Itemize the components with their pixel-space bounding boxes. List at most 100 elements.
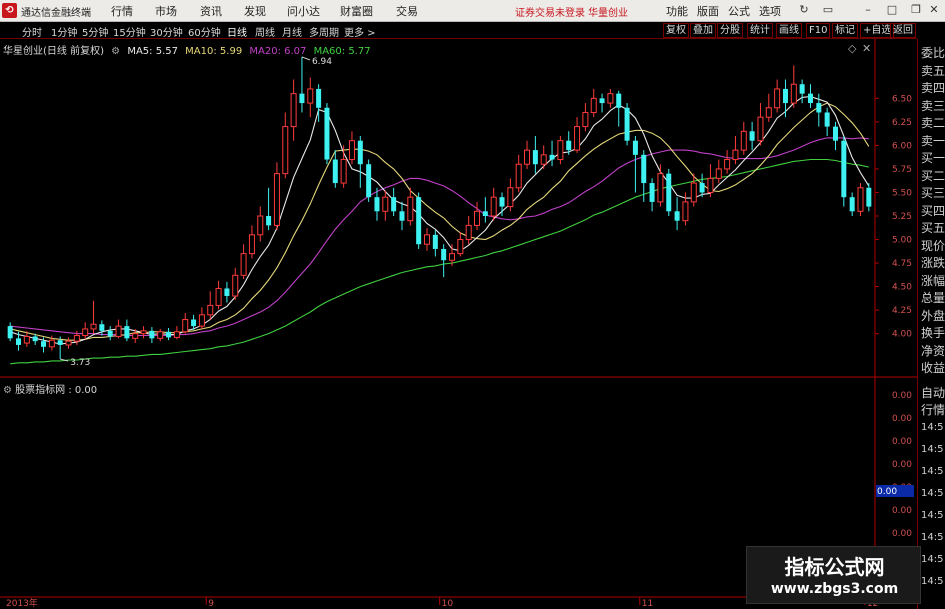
period-weekly[interactable]: 周线 bbox=[255, 24, 275, 39]
close-chart-icon[interactable]: ✕ bbox=[862, 42, 871, 55]
period-30min[interactable]: 30分钟 bbox=[150, 24, 183, 39]
overlay-button[interactable]: 叠加 bbox=[690, 23, 716, 38]
menu-item-xiaoda[interactable]: 问小达 bbox=[287, 3, 320, 19]
sub-axis-label: 0.00 bbox=[892, 414, 912, 424]
period-multi[interactable]: 多周期 bbox=[309, 24, 339, 39]
app-logo-icon: ⟲ bbox=[2, 3, 17, 18]
candle-body bbox=[124, 326, 130, 339]
candle-body bbox=[232, 274, 239, 297]
time-label: 14:5 bbox=[921, 576, 944, 587]
sub-axis-label: 0.00 bbox=[892, 391, 912, 401]
menu-item-quotes[interactable]: 行情 bbox=[111, 3, 133, 19]
refresh-icon[interactable]: ↻ bbox=[796, 2, 812, 18]
adjust-button[interactable]: 复权 bbox=[663, 23, 689, 38]
candle-body bbox=[157, 331, 164, 339]
candle-body bbox=[248, 234, 255, 255]
minimize-tray-icon[interactable]: ▭ bbox=[820, 2, 836, 18]
period-60min[interactable]: 60分钟 bbox=[188, 24, 221, 39]
candle-body bbox=[690, 182, 697, 203]
candle-body bbox=[649, 183, 655, 202]
minimize-icon[interactable]: – bbox=[860, 2, 876, 18]
draw-button[interactable]: 画线 bbox=[776, 23, 802, 38]
maximize-icon[interactable]: □ bbox=[884, 2, 900, 18]
gear-icon[interactable]: ⚙ bbox=[111, 46, 120, 57]
candle-body bbox=[191, 319, 197, 327]
candle-body bbox=[682, 201, 689, 222]
gear-icon[interactable]: ⚙ bbox=[3, 385, 15, 396]
sub-axis-label: 0.00 bbox=[892, 460, 912, 470]
side-panel-label: 总量 bbox=[921, 291, 945, 305]
candle-body bbox=[540, 154, 547, 165]
indicator-label: 股票指标网 : 0.00 bbox=[15, 385, 98, 396]
candle-body bbox=[757, 116, 764, 142]
sub-chart-axis: 0.000.000.000.000.000.000.000.00 bbox=[876, 391, 914, 539]
close-icon[interactable]: ✕ bbox=[926, 2, 942, 18]
candle-body bbox=[707, 177, 714, 193]
period-more[interactable]: 更多 > bbox=[344, 24, 376, 39]
candle-body bbox=[749, 131, 755, 141]
period-5min[interactable]: 5分钟 bbox=[82, 24, 108, 39]
menu-item-options[interactable]: 选项 bbox=[759, 3, 781, 19]
login-status[interactable]: 证券交易未登录 bbox=[515, 4, 585, 19]
menu-item-layout[interactable]: 版面 bbox=[697, 3, 719, 19]
menu-item-market[interactable]: 市场 bbox=[155, 3, 177, 19]
restore-icon[interactable]: ❐ bbox=[908, 2, 924, 18]
candle-body bbox=[65, 340, 72, 346]
back-button[interactable]: 返回 bbox=[890, 23, 916, 38]
menu-item-wealth[interactable]: 财富圈 bbox=[340, 3, 373, 19]
side-panel-label: 外盘 bbox=[921, 308, 945, 323]
candle-body bbox=[382, 196, 389, 212]
period-1min[interactable]: 1分钟 bbox=[51, 24, 77, 39]
candle-body bbox=[90, 323, 97, 330]
menu-item-trade[interactable]: 交易 bbox=[396, 3, 418, 19]
side-panel-label: 委比 bbox=[921, 46, 945, 60]
candle-body bbox=[566, 140, 572, 151]
stats-button[interactable]: 统计 bbox=[747, 23, 773, 38]
time-label: 14:5 bbox=[921, 444, 944, 455]
candle-body bbox=[632, 140, 638, 155]
period-15min[interactable]: 15分钟 bbox=[113, 24, 146, 39]
menu-item-news[interactable]: 资讯 bbox=[200, 3, 222, 19]
menu-item-functions[interactable]: 功能 bbox=[666, 3, 688, 19]
period-daily[interactable]: 日线 bbox=[227, 24, 247, 39]
candle-body bbox=[824, 112, 830, 127]
time-label: 14:5 bbox=[921, 532, 944, 543]
period-monthly[interactable]: 月线 bbox=[282, 24, 302, 39]
candle-body bbox=[173, 331, 180, 338]
side-panel-tab[interactable]: 行情 bbox=[921, 401, 945, 418]
sub-axis-label: 0.00 bbox=[892, 506, 912, 516]
period-toolbar: 分时 1分钟 5分钟 15分钟 30分钟 60分钟 日线 周线 月线 多周期 更… bbox=[0, 22, 917, 39]
y-tick-label: 4.25 bbox=[892, 306, 912, 316]
side-panel-label: 卖五 bbox=[921, 63, 945, 78]
settings-small-icon[interactable]: ◇ bbox=[848, 42, 856, 55]
candle-body bbox=[590, 97, 597, 113]
candle-body bbox=[724, 159, 731, 170]
candle-body bbox=[416, 197, 422, 245]
watermark-url: www.zbgs3.com bbox=[770, 581, 899, 597]
split-button[interactable]: 分股 bbox=[717, 23, 743, 38]
candle-body bbox=[357, 140, 363, 165]
side-panel-label: 卖三 bbox=[921, 98, 945, 113]
y-tick-label: 5.50 bbox=[892, 188, 912, 198]
candle-body bbox=[666, 173, 672, 212]
y-tick-label: 5.00 bbox=[892, 236, 912, 246]
candle-body bbox=[423, 234, 430, 245]
y-tick-label: 4.00 bbox=[892, 330, 912, 340]
candle-body bbox=[457, 239, 464, 255]
y-tick-label: 5.75 bbox=[892, 165, 912, 175]
menu-item-formula[interactable]: 公式 bbox=[728, 3, 750, 19]
mark-button[interactable]: 标记 bbox=[832, 23, 858, 38]
period-tick[interactable]: 分时 bbox=[22, 24, 42, 39]
f10-button[interactable]: F10 bbox=[806, 23, 831, 38]
candle-body bbox=[332, 159, 338, 184]
candle-body bbox=[841, 140, 847, 198]
side-panel-tab[interactable]: 自动 bbox=[921, 384, 945, 401]
candle-body bbox=[624, 107, 630, 141]
candle-body bbox=[674, 211, 680, 221]
candle-body bbox=[132, 333, 139, 339]
candle-body bbox=[782, 88, 788, 104]
menu-item-discover[interactable]: 发现 bbox=[244, 3, 266, 19]
price-chart[interactable]: 6.50 6.25 6.00 5.75 5.50 5.25 5.00 4.75 4.50 4.25… bbox=[0, 38, 945, 609]
candle-body bbox=[16, 338, 22, 345]
ma10-line bbox=[10, 102, 870, 341]
